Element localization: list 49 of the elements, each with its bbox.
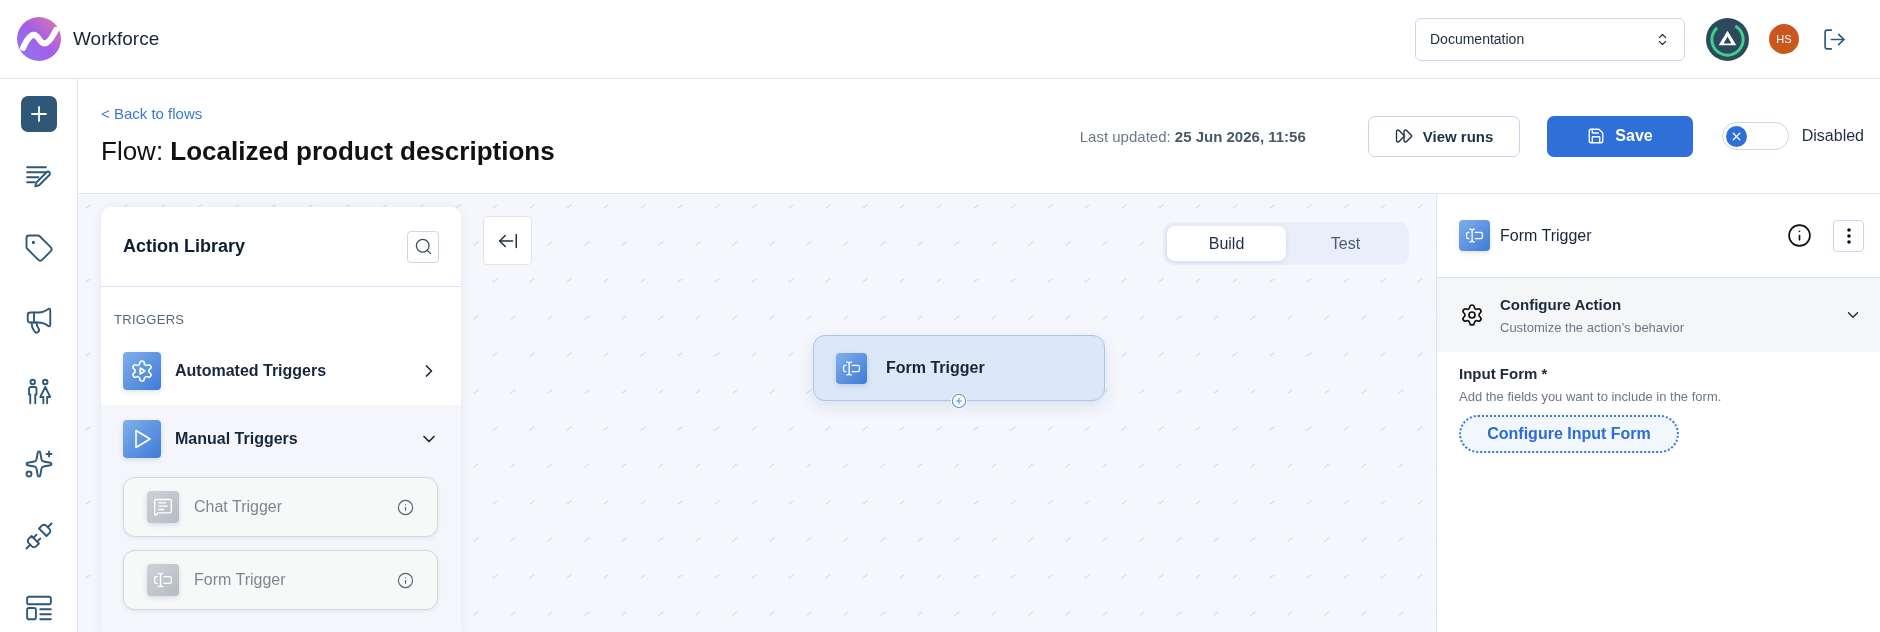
panel-title: Form Trigger <box>1500 226 1592 245</box>
mode-tab[interactable]: Test <box>1286 226 1405 261</box>
save-icon <box>1587 127 1606 145</box>
sparkles-icon[interactable] <box>23 449 54 479</box>
field-label: Input Form * <box>1459 365 1548 382</box>
workspace-select[interactable]: Documentation <box>1415 17 1685 61</box>
wave-logo-icon <box>17 17 61 61</box>
layout-icon[interactable] <box>23 593 54 623</box>
add-button[interactable] <box>20 96 57 132</box>
text-input-icon <box>1459 220 1490 251</box>
plug-icon[interactable] <box>23 521 54 551</box>
text-input-icon <box>147 564 179 596</box>
save-button[interactable]: Save <box>1547 115 1693 157</box>
search-button[interactable] <box>407 230 439 263</box>
status-toggle[interactable] <box>1721 122 1789 150</box>
text-input-icon <box>836 352 867 384</box>
chat-bubble-icon <box>147 491 179 523</box>
gear-play-icon <box>123 352 161 390</box>
x-icon <box>1725 125 1747 147</box>
field-help: Add the fields you want to include in the form. <box>1459 389 1722 404</box>
mode-tab[interactable]: Build <box>1167 226 1286 261</box>
search-icon <box>413 237 433 256</box>
category-row[interactable]: Manual Triggers <box>101 405 461 473</box>
info-icon[interactable] <box>1787 223 1812 248</box>
panel-title: Action Library <box>123 236 246 257</box>
last-updated-text: Last updated: 25 Jun 2026, 11:56 <box>1079 127 1306 145</box>
flow-title: Flow: Localized product descriptions <box>101 136 555 167</box>
logout-icon[interactable] <box>1822 26 1847 52</box>
section-subtitle: Customize the action’s behavior <box>1500 319 1685 335</box>
accordion-header[interactable]: Configure Action Customize the action’s behavior <box>1437 278 1880 352</box>
tag-icon[interactable] <box>23 233 54 263</box>
category-row[interactable]: Automated Triggers <box>101 337 461 405</box>
org-logo-icon[interactable] <box>1706 17 1749 61</box>
brand-name: Workforce <box>73 28 160 50</box>
fast-forward-icon <box>1394 127 1413 145</box>
play-icon <box>123 420 161 458</box>
section-heading: TRIGGERS <box>113 311 186 329</box>
more-vertical-icon <box>1846 227 1851 244</box>
status-label: Disabled <box>1801 127 1864 145</box>
flow-node[interactable]: Form Trigger <box>813 335 1105 401</box>
configure-form-button[interactable]: Configure Input Form <box>1459 415 1679 453</box>
more-button[interactable] <box>1833 219 1864 252</box>
node-label: Form Trigger <box>886 359 985 377</box>
back-link[interactable]: < Back to flows <box>101 105 203 122</box>
section-title: Configure Action <box>1500 295 1623 313</box>
user-avatar[interactable]: HS <box>1769 24 1799 54</box>
gear-icon <box>1460 303 1484 327</box>
collapse-panel-button[interactable] <box>483 216 532 265</box>
view-runs-button[interactable]: View runs <box>1367 115 1521 157</box>
